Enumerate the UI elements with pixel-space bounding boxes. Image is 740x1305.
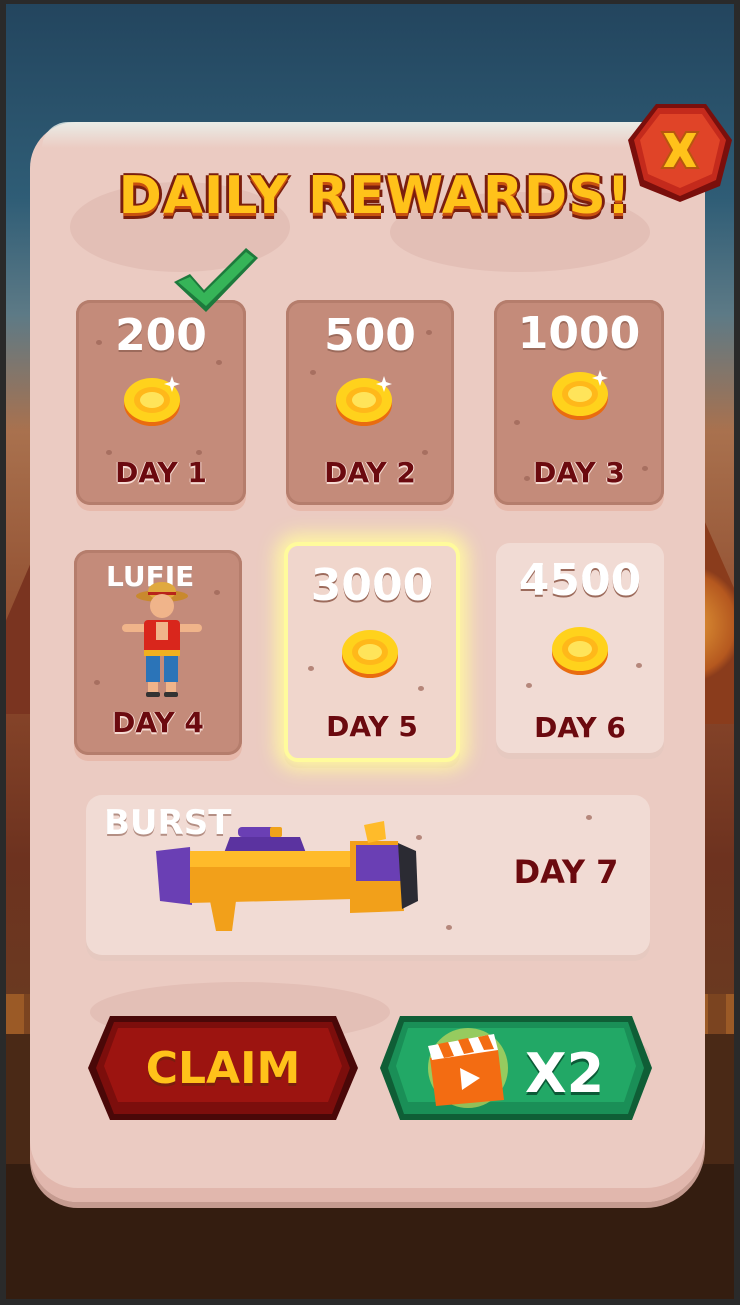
reward-card-day-7[interactable]: BURST DAY 7 [86,795,650,955]
day-label: DAY 7 [513,853,619,891]
coin-icon [124,376,180,426]
day-label: DAY 5 [326,710,418,743]
coin-icon [342,630,398,678]
page-title: DAILY REWARDS! [118,166,632,226]
reward-card-day-5[interactable]: 3000 DAY 5 [284,542,460,762]
coin-icon [552,627,608,675]
reward-amount: 500 [324,310,416,361]
reward-amount: 200 [115,310,207,361]
reward-card-day-2[interactable]: 500 DAY 2 [286,300,454,505]
x2-label: X2 [525,1042,605,1105]
reward-amount: 1000 [517,308,641,359]
claimed-checkmark-icon [174,248,258,312]
x2-button-shape [380,1016,652,1120]
clapperboard-play-icon [428,1034,504,1106]
claim-label: CLAIM [145,1042,301,1094]
bazooka-icon [156,821,418,931]
reward-amount: 4500 [518,555,642,606]
close-button[interactable] [626,100,734,204]
claim-button[interactable]: CLAIM [88,1016,358,1120]
reward-card-day-1[interactable]: 200 DAY 1 [76,300,246,505]
reward-card-day-3[interactable]: 1000 DAY 3 [494,300,664,505]
day-label: DAY 6 [534,711,626,744]
character-icon [122,582,202,697]
coin-icon [336,376,392,426]
day-label: DAY 3 [533,456,625,489]
reward-amount: 3000 [310,560,434,611]
coin-icon [552,370,608,420]
day-label: DAY 4 [112,706,204,739]
double-reward-button[interactable]: X2 [380,1016,652,1120]
day-label: DAY 2 [324,456,416,489]
day-label: DAY 1 [115,456,207,489]
close-x-icon [628,104,732,202]
reward-card-day-6[interactable]: 4500 DAY 6 [496,543,664,753]
reward-card-day-4[interactable]: LUFIE DAY 4 [74,550,242,755]
